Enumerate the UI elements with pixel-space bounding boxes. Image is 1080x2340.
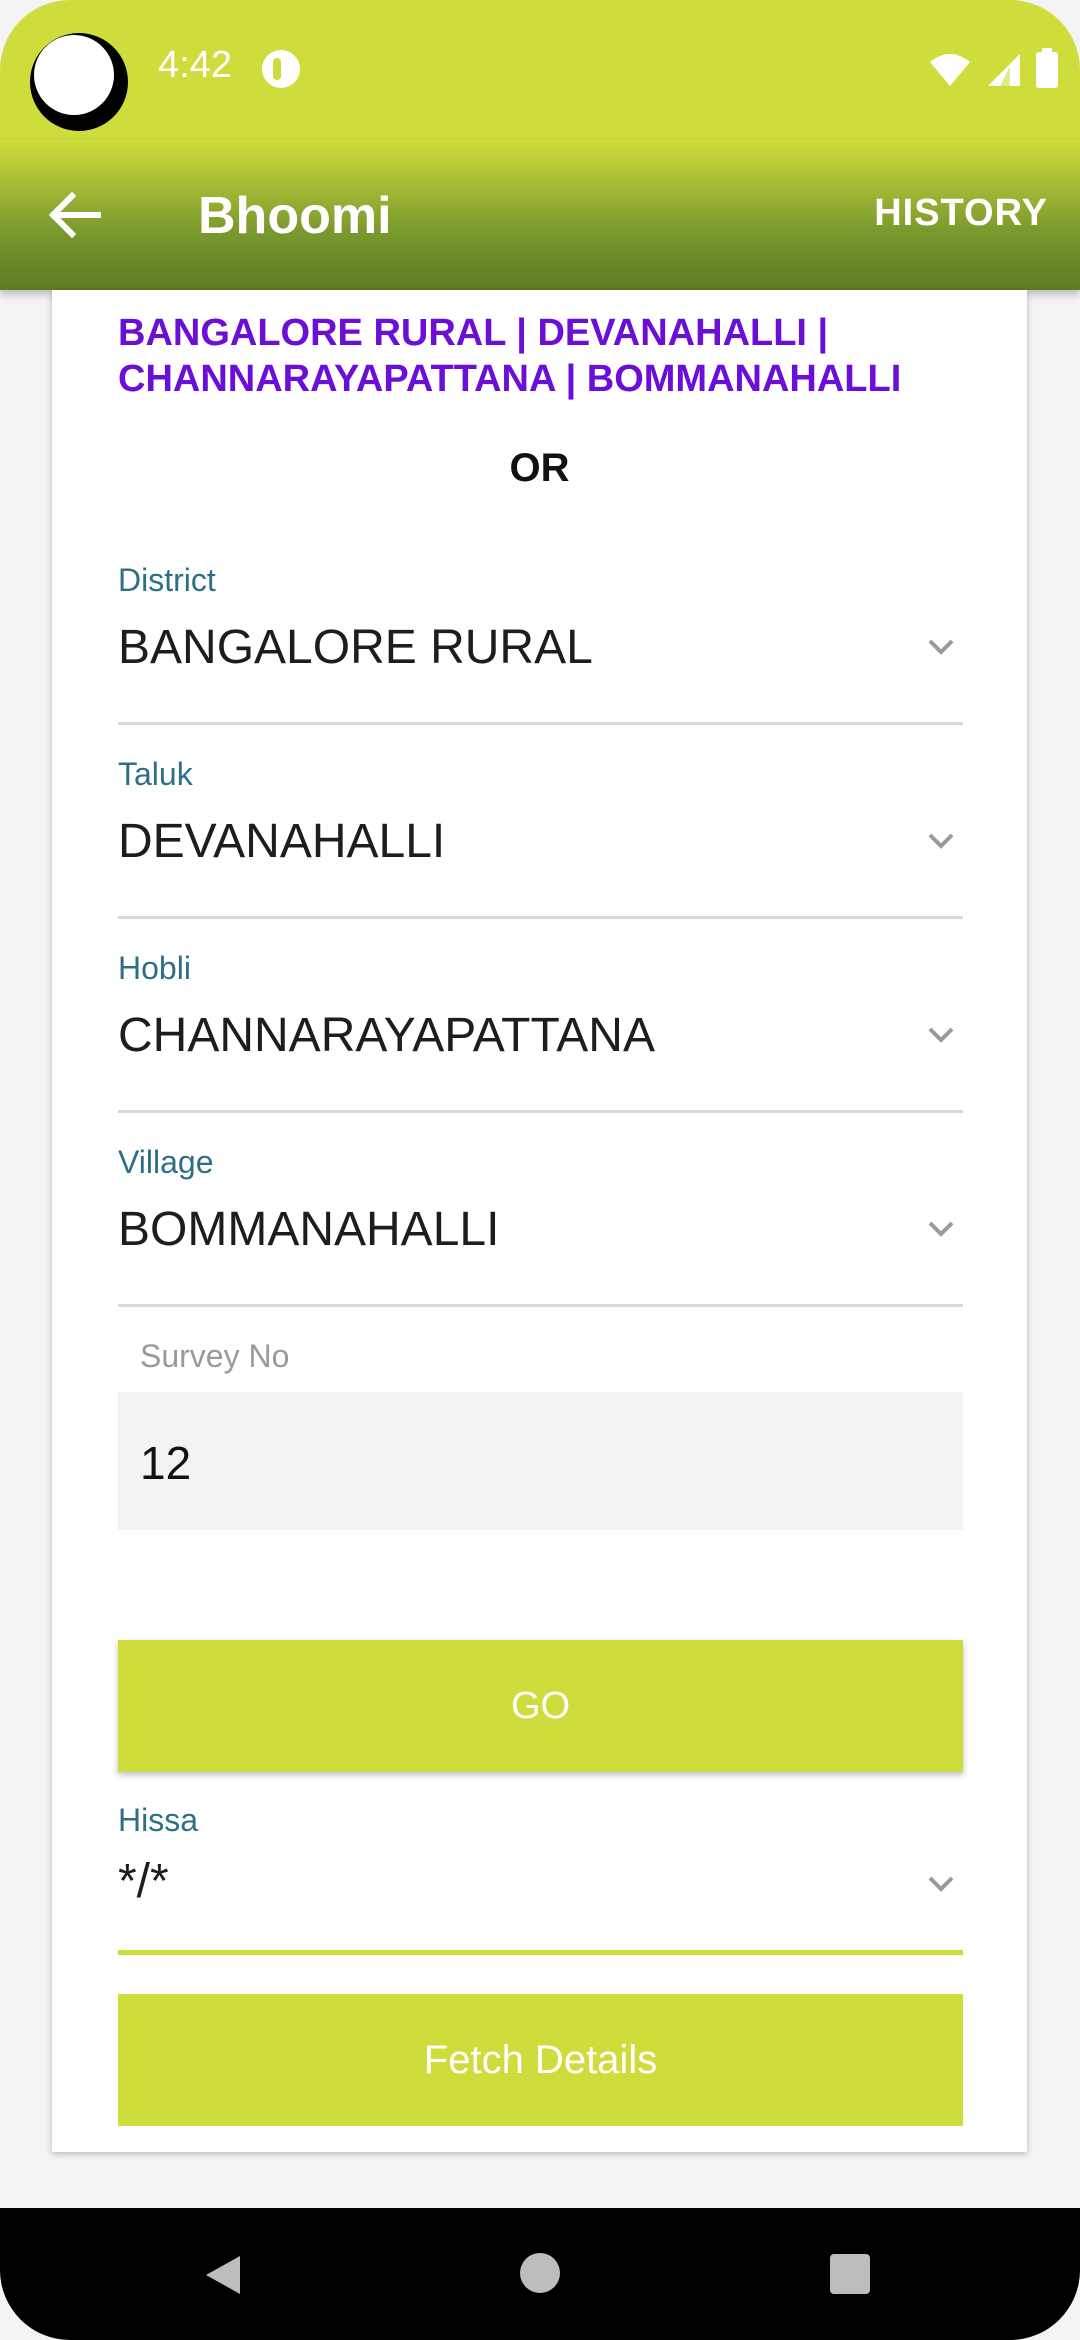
taluk-label: Taluk [118, 756, 193, 792]
battery-icon [1036, 48, 1058, 88]
form-card: BANGALORE RURAL | DEVANAHALLI | CHANNARA… [52, 290, 1027, 2152]
district-dropdown[interactable]: District BANGALORE RURAL [118, 562, 963, 725]
nav-home-icon[interactable] [520, 2253, 560, 2293]
system-icons [928, 44, 1058, 88]
village-dropdown[interactable]: Village BOMMANAHALLI [118, 1144, 963, 1307]
taluk-value: DEVANAHALLI [118, 815, 446, 868]
district-label: District [118, 562, 216, 598]
village-value: BOMMANAHALLI [118, 1203, 500, 1256]
camera-cutout [30, 33, 128, 131]
go-button[interactable]: GO [118, 1640, 963, 1772]
chevron-down-icon [928, 1027, 954, 1043]
hissa-dropdown[interactable]: Hissa */* [118, 1802, 963, 1955]
signal-icon [988, 54, 1020, 86]
navigation-bar [0, 2208, 1080, 2340]
hissa-value: */* [118, 1855, 169, 1908]
wifi-icon [930, 54, 970, 86]
taluk-dropdown[interactable]: Taluk DEVANAHALLI [118, 756, 963, 919]
survey-no-input[interactable]: 12 [118, 1392, 963, 1530]
location-breadcrumb: BANGALORE RURAL | DEVANAHALLI | CHANNARA… [118, 312, 902, 400]
hobli-label: Hobli [118, 950, 191, 986]
nav-recents-icon[interactable] [830, 2254, 870, 2294]
village-label: Village [118, 1144, 214, 1180]
hissa-label: Hissa [118, 1802, 199, 1838]
district-value: BANGALORE RURAL [118, 621, 593, 674]
nav-back-icon[interactable] [200, 2252, 246, 2298]
history-button[interactable]: HISTORY [874, 192, 1048, 235]
survey-no-label: Survey No [140, 1338, 290, 1374]
app-toolbar: Bhoomi HISTORY [0, 140, 1080, 290]
arrow-left-icon[interactable] [40, 180, 110, 250]
or-divider-label: OR [509, 446, 570, 490]
hobli-value: CHANNARAYAPATTANA [118, 1009, 655, 1062]
survey-no-value: 12 [140, 1437, 192, 1489]
notification-icon [262, 50, 300, 88]
status-time: 4:42 [158, 44, 232, 86]
chevron-down-icon [928, 1221, 954, 1237]
status-bar: 4:42 [0, 0, 1080, 140]
chevron-down-icon [928, 833, 954, 849]
fetch-details-button[interactable]: Fetch Details [118, 1994, 963, 2126]
chevron-down-icon [928, 639, 954, 655]
chevron-down-icon [928, 1876, 954, 1892]
page-title: Bhoomi [198, 187, 392, 245]
hobli-dropdown[interactable]: Hobli CHANNARAYAPATTANA [118, 950, 963, 1113]
